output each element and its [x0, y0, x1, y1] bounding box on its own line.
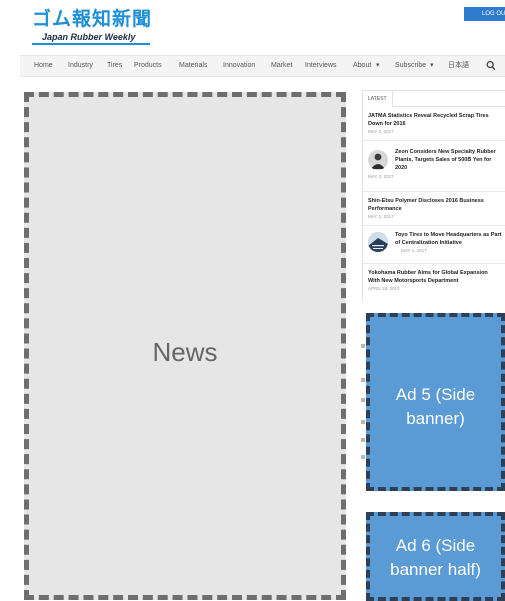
ad-label: banner half) — [390, 560, 481, 579]
latest-item-title[interactable]: Performance — [368, 205, 402, 213]
latest-item-title[interactable]: Plants, Targets Sales of 500B Yen for — [395, 156, 491, 164]
nav-products[interactable]: Products — [134, 56, 162, 76]
nav-market[interactable]: Market — [271, 56, 292, 76]
divider — [363, 263, 505, 264]
nav-interviews[interactable]: Interviews — [305, 56, 337, 76]
ad-label: Ad 6 (Side — [395, 536, 476, 555]
latest-item[interactable]: Yokohama Rubber Aims for Global Expansio… — [363, 269, 505, 299]
nav-subscribe[interactable]: Subscribe — [395, 56, 426, 76]
latest-item[interactable]: Zeon Considers New Specialty Rubber Plan… — [363, 148, 505, 188]
latest-item-title[interactable]: With New Motorsports Department — [368, 277, 458, 285]
ad-side-banner-half[interactable]: Ad 6 (Side banner half) — [366, 512, 505, 601]
latest-item-title[interactable]: Zeon Considers New Specialty Rubber — [395, 148, 496, 156]
latest-item-title[interactable]: JATMA Statistics Reveal Recycled Scrap T… — [368, 112, 489, 120]
nav-materials[interactable]: Materials — [179, 56, 207, 76]
nav-home[interactable]: Home — [34, 56, 53, 76]
tab-divider — [393, 106, 505, 107]
news-placeholder: News — [24, 92, 346, 600]
latest-item-title[interactable]: Down for 2016 — [368, 120, 406, 128]
nav-innovation[interactable]: Innovation — [223, 56, 255, 76]
building-icon — [368, 232, 388, 252]
text-fragment — [361, 455, 365, 459]
latest-item[interactable]: JATMA Statistics Reveal Recycled Scrap T… — [363, 112, 505, 142]
latest-panel: LATEST JATMA Statistics Reveal Recycled … — [362, 90, 505, 302]
latest-item-date: MAY 1, 2017 — [401, 248, 427, 253]
latest-item-title[interactable]: 2020 — [395, 164, 407, 172]
search-icon[interactable] — [486, 60, 496, 72]
main-nav: Home Industry Tires Products Materials I… — [20, 55, 505, 77]
nav-tires[interactable]: Tires — [107, 56, 122, 76]
latest-item-date: MAY 2, 2017 — [368, 129, 394, 134]
ad-label: banner) — [406, 409, 465, 428]
divider — [363, 140, 505, 141]
latest-item-title[interactable]: of Centralization Initiative — [395, 239, 462, 247]
latest-item-title[interactable]: Shin-Etsu Polymer Discloses 2016 Busines… — [368, 197, 484, 205]
latest-item[interactable]: Toyo Tires to Move Headquarters as Part … — [363, 231, 505, 261]
latest-item-date: MAY 1, 2017 — [368, 214, 394, 219]
nav-japanese[interactable]: 日本語 — [448, 56, 469, 76]
latest-item[interactable]: Shin-Etsu Polymer Discloses 2016 Busines… — [363, 197, 505, 227]
divider — [363, 225, 505, 226]
latest-item-date: APRIL 28, 2017 — [368, 286, 400, 291]
site-logo[interactable]: ゴム報知新聞 Japan Rubber Weekly — [32, 8, 152, 46]
chevron-down-icon: ▾ — [376, 62, 380, 69]
ad-label: Ad 5 (Side — [395, 385, 476, 404]
ad-side-banner[interactable]: Ad 5 (Side banner) — [366, 313, 505, 491]
nav-industry[interactable]: Industry — [68, 56, 93, 76]
text-fragment — [361, 438, 365, 442]
news-label: News — [152, 337, 218, 367]
article-thumbnail[interactable] — [368, 150, 388, 170]
latest-item-date: MAY 2, 2017 — [368, 174, 394, 179]
divider — [363, 191, 505, 192]
text-fragment — [361, 344, 365, 348]
logout-button[interactable]: LOG OUT — [464, 7, 505, 21]
chevron-down-icon: ▾ — [430, 62, 434, 69]
logo-english-text: Japan Rubber Weekly — [42, 32, 136, 42]
logo-japanese-text: ゴム報知新聞 — [32, 8, 153, 30]
logo-underline — [32, 43, 150, 45]
person-icon — [368, 150, 388, 170]
nav-about[interactable]: About — [353, 56, 371, 76]
text-fragment — [361, 420, 365, 424]
article-thumbnail[interactable] — [368, 232, 388, 252]
text-fragment — [361, 378, 365, 382]
text-fragment — [361, 398, 365, 402]
latest-item-title[interactable]: Toyo Tires to Move Headquarters as Part — [395, 231, 501, 239]
tab-latest[interactable]: LATEST — [363, 91, 393, 107]
latest-item-title[interactable]: Yokohama Rubber Aims for Global Expansio… — [368, 269, 488, 277]
